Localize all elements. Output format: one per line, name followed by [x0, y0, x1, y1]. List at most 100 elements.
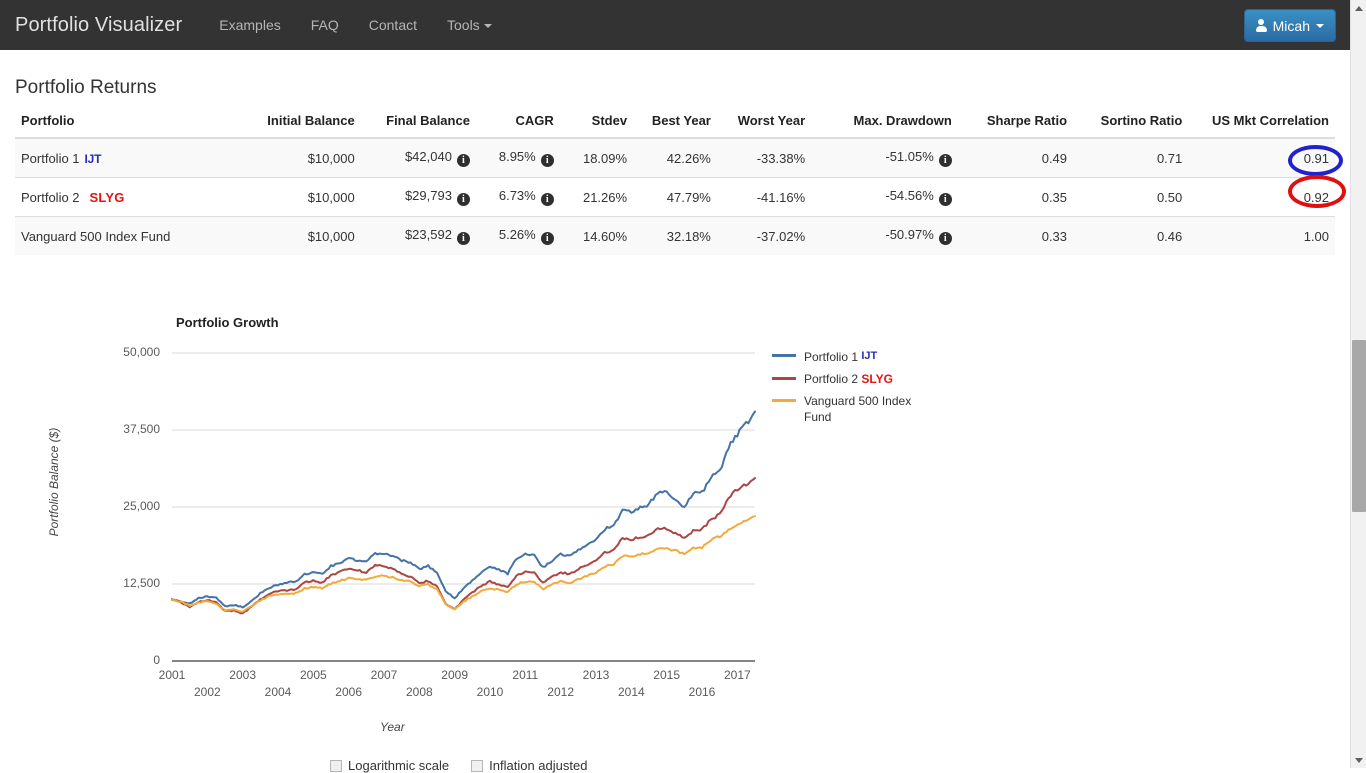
chart-options-row: Logarithmic scale Inflation adjusted	[330, 758, 609, 773]
info-icon[interactable]: i	[456, 193, 470, 206]
cell-portfolio-name: Portfolio 1 IJT	[15, 138, 246, 178]
logarithmic-scale-option[interactable]: Logarithmic scale	[330, 758, 449, 773]
ticker-annotation-slyg: SLYG	[89, 189, 125, 205]
user-menu-label: Micah	[1272, 17, 1310, 34]
col-initial-balance[interactable]: Initial Balance	[245, 113, 361, 139]
cell-stdev: 14.60%	[559, 216, 634, 255]
portfolio-label: Portfolio 1	[21, 150, 80, 166]
nav-link-contact-label: Contact	[368, 17, 417, 33]
nav-link-tools-label: Tools	[447, 17, 480, 33]
cell-best-year: 47.79%	[633, 177, 717, 217]
nav-link-examples[interactable]: Examples	[204, 0, 295, 50]
nav-link-contact[interactable]: Contact	[354, 0, 432, 50]
cell-us-mkt-correlation: 0.92	[1188, 177, 1335, 217]
cell-sortino-ratio: 0.50	[1073, 177, 1189, 217]
final-balance-value: $23,592	[404, 227, 452, 242]
cell-portfolio-name: Portfolio 2 SLYG	[15, 177, 246, 217]
cell-stdev: 18.09%	[559, 138, 634, 178]
legend-item-vanguard-500[interactable]: Vanguard 500 Index Fund	[772, 393, 914, 425]
cell-us-mkt-correlation: 0.91	[1188, 138, 1335, 178]
nav-link-faq[interactable]: FAQ	[296, 0, 354, 50]
col-worst-year[interactable]: Worst Year	[716, 113, 812, 139]
cell-us-mkt-correlation: 1.00	[1188, 216, 1335, 255]
portfolio-returns-table: Portfolio Initial Balance Final Balance …	[15, 113, 1335, 255]
scroll-up-arrow-icon[interactable]	[1351, 0, 1366, 16]
logarithmic-scale-checkbox[interactable]	[330, 759, 342, 772]
cell-sharpe-ratio: 0.33	[957, 216, 1074, 255]
col-portfolio[interactable]: Portfolio	[15, 113, 246, 139]
cell-worst-year: -33.38%	[716, 138, 812, 178]
legend-ticker-ijt: IJT	[861, 350, 878, 362]
cell-cagr: 8.95% i	[475, 138, 560, 178]
legend-swatch-vanguard-500	[772, 399, 796, 402]
cell-max-drawdown: -51.05% i	[811, 138, 958, 178]
nav-link-faq-label: FAQ	[310, 17, 339, 33]
nav-link-tools[interactable]: Tools	[432, 0, 507, 50]
inflation-adjusted-checkbox[interactable]	[471, 759, 484, 772]
info-icon[interactable]: i	[938, 232, 952, 245]
info-icon[interactable]: i	[938, 154, 952, 167]
chevron-down-icon	[483, 24, 492, 29]
col-sortino-ratio[interactable]: Sortino Ratio	[1073, 113, 1189, 139]
max-drawdown-value: -50.97%	[885, 227, 934, 242]
cell-cagr: 6.73% i	[475, 177, 560, 217]
info-icon[interactable]: i	[540, 154, 554, 167]
cell-initial-balance: $10,000	[245, 216, 361, 255]
portfolio-label: Portfolio 2	[21, 189, 80, 205]
col-final-balance[interactable]: Final Balance	[360, 113, 476, 139]
legend-label-vanguard-500: Vanguard 500 Index Fund	[804, 394, 912, 424]
legend-swatch-portfolio-1	[772, 354, 796, 357]
portfolio-label: Vanguard 500 Index Fund	[21, 228, 171, 244]
cell-initial-balance: $10,000	[245, 138, 361, 178]
inflation-adjusted-label: Inflation adjusted	[489, 758, 588, 773]
table-header-row: Portfolio Initial Balance Final Balance …	[15, 113, 1335, 139]
legend-name-portfolio-2: Portfolio 2	[804, 372, 859, 386]
legend-item-portfolio-1[interactable]: Portfolio 1 IJT	[772, 348, 914, 365]
legend-label-portfolio-2: Portfolio 2 SLYG	[804, 371, 893, 387]
cell-final-balance: $29,793 i	[360, 177, 476, 217]
info-icon[interactable]: i	[456, 232, 470, 245]
cell-sharpe-ratio: 0.35	[957, 177, 1074, 217]
cell-initial-balance: $10,000	[245, 177, 361, 217]
col-max-drawdown[interactable]: Max. Drawdown	[811, 113, 958, 139]
cell-max-drawdown: -50.97% i	[811, 216, 958, 255]
cell-portfolio-name: Vanguard 500 Index Fund	[15, 216, 246, 255]
col-cagr[interactable]: CAGR	[475, 113, 560, 139]
scrollbar-thumb[interactable]	[1352, 340, 1366, 512]
inflation-adjusted-option[interactable]: Inflation adjusted	[471, 758, 587, 773]
cell-sharpe-ratio: 0.49	[957, 138, 1074, 178]
scroll-down-arrow-icon[interactable]	[1351, 752, 1366, 768]
cell-worst-year: -37.02%	[716, 216, 812, 255]
logarithmic-scale-label: Logarithmic scale	[348, 758, 450, 773]
legend-ticker-slyg: SLYG	[861, 372, 893, 386]
col-stdev[interactable]: Stdev	[559, 113, 634, 139]
table-body: Portfolio 1 IJT $10,000 $42,040 i 8.95% i 1…	[15, 138, 1335, 255]
page-title: Portfolio Returns	[15, 77, 157, 98]
info-icon[interactable]: i	[456, 154, 470, 167]
legend-item-portfolio-2[interactable]: Portfolio 2 SLYG	[772, 371, 914, 387]
final-balance-value: $42,040	[404, 149, 452, 164]
legend-name-portfolio-1: Portfolio 1	[804, 350, 859, 364]
col-sharpe-ratio[interactable]: Sharpe Ratio	[957, 113, 1074, 139]
nav-link-examples-label: Examples	[219, 17, 281, 33]
chevron-down-icon	[1316, 23, 1324, 28]
cell-final-balance: $42,040 i	[360, 138, 476, 178]
chart-legend: Portfolio 1 IJT Portfolio 2 SLYG Vanguar…	[772, 348, 914, 431]
info-icon[interactable]: i	[540, 232, 554, 245]
brand-logo[interactable]: Portfolio Visualizer	[15, 14, 182, 37]
user-menu-button[interactable]: Micah	[1243, 9, 1336, 42]
info-icon[interactable]: i	[540, 193, 554, 206]
col-best-year[interactable]: Best Year	[633, 113, 717, 139]
table-row: Vanguard 500 Index Fund $10,000 $23,592 i…	[15, 216, 1335, 255]
ticker-annotation-ijt: IJT	[84, 151, 102, 166]
cell-best-year: 42.26%	[633, 138, 717, 178]
legend-label-portfolio-1: Portfolio 1 IJT	[804, 348, 877, 365]
col-us-mkt-correlation[interactable]: US Mkt Correlation	[1188, 113, 1335, 139]
vertical-scrollbar[interactable]	[1350, 0, 1366, 768]
user-icon	[1255, 19, 1267, 32]
max-drawdown-value: -54.56%	[885, 188, 934, 203]
cagr-value: 8.95%	[498, 149, 536, 164]
cell-worst-year: -41.16%	[716, 177, 812, 217]
info-icon[interactable]: i	[938, 193, 952, 206]
top-navbar: Portfolio Visualizer Examples FAQ Contac…	[0, 0, 1350, 50]
